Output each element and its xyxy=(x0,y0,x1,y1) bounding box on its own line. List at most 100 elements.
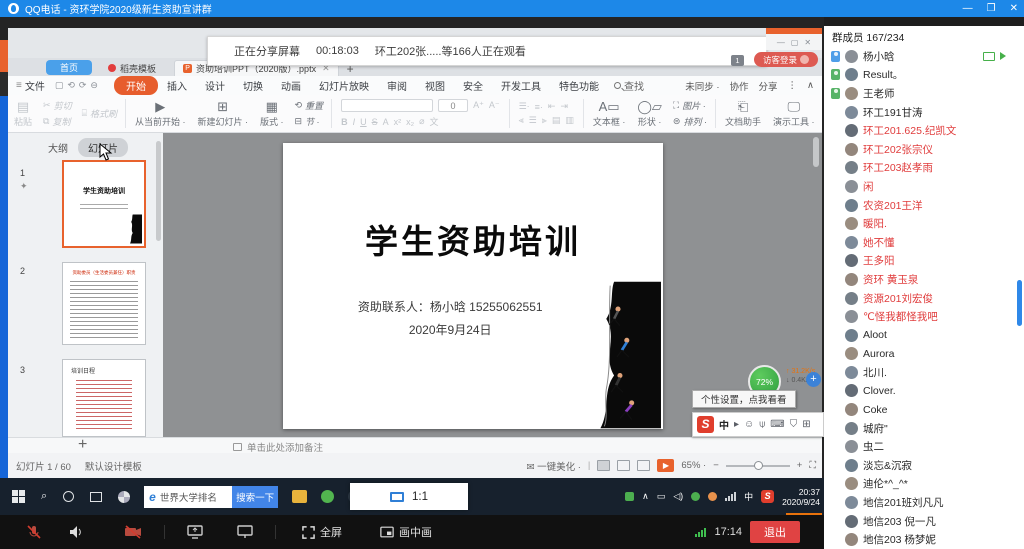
align-buttons[interactable]: ⫷☰⫸▤▥ xyxy=(519,115,574,126)
menu-item-8[interactable]: 安全 xyxy=(454,76,492,95)
arrange-button[interactable]: ⊜ 排列 · xyxy=(673,115,707,128)
grow-font-icon[interactable]: A⁺ xyxy=(473,100,484,111)
slide-thumbnail-2[interactable]: 资助委员（生活委员兼任）职责 xyxy=(62,262,146,345)
tray-green-icon[interactable] xyxy=(691,492,700,501)
tray-ime-indicator[interactable]: 中 xyxy=(744,490,753,503)
outline-tab[interactable]: 大纲 xyxy=(48,140,68,155)
menu-item-0[interactable]: 开始 xyxy=(114,76,158,95)
collapse-ribbon-icon[interactable]: ∧ xyxy=(807,80,814,91)
member-row[interactable]: 资环 黄玉泉 xyxy=(824,270,1024,289)
fit-screen-button[interactable]: ⛶ xyxy=(809,460,816,471)
ime-mode-toggle[interactable]: 中 xyxy=(719,417,729,432)
search-go-button[interactable]: 搜索一下 xyxy=(232,486,278,508)
folder-app-icon[interactable] xyxy=(292,490,307,503)
member-row[interactable]: 地信203 倪一凡 xyxy=(824,512,1024,531)
copy-button[interactable]: ⧉ 复制 xyxy=(43,115,72,128)
slide-thumbnail-1[interactable]: 学生资助培训 xyxy=(62,160,146,248)
ime-toolbox-icon[interactable]: ⊞ xyxy=(802,419,810,430)
tray-sogou-icon[interactable]: S xyxy=(761,490,774,503)
ime-emoji-icon[interactable]: ☺ xyxy=(744,419,754,430)
menu-file[interactable]: ≡文件 xyxy=(16,78,45,93)
add-slide-button[interactable]: + xyxy=(78,436,87,454)
cortana-icon[interactable] xyxy=(63,491,74,502)
editor-scrollbar[interactable] xyxy=(813,137,819,167)
member-row[interactable]: ℃怪我都怪我吧 xyxy=(824,307,1024,326)
restore-button[interactable]: ❐ xyxy=(987,3,996,14)
paste-button[interactable]: ▤粘贴 xyxy=(8,95,38,132)
close-button[interactable]: ✕ xyxy=(1010,3,1018,14)
tray-clock[interactable]: 20:372020/9/24 xyxy=(782,487,822,507)
screen-share-icon[interactable] xyxy=(187,525,203,539)
sogou-logo-icon[interactable]: S xyxy=(697,416,714,433)
textbox-button[interactable]: A▭文本框 · xyxy=(587,95,632,132)
guest-login-button[interactable]: 访客登录 xyxy=(754,52,818,67)
menu-find[interactable]: 查找 xyxy=(614,78,644,93)
tab-home[interactable]: 首页 xyxy=(46,60,92,75)
member-row[interactable]: 王多阳 xyxy=(824,252,1024,271)
zoom-slider[interactable] xyxy=(726,465,790,467)
start-button[interactable] xyxy=(12,490,25,503)
member-row[interactable]: 农资201王洋 xyxy=(824,196,1024,215)
tray-expand-icon[interactable]: ∧ xyxy=(642,491,649,502)
minimize-button[interactable]: — xyxy=(963,3,973,14)
share-button[interactable]: 分享 xyxy=(759,79,778,93)
panel-scrollbar[interactable] xyxy=(156,141,161,241)
member-row[interactable]: 闲 xyxy=(824,177,1024,196)
member-scrollbar[interactable] xyxy=(1017,280,1022,326)
section-button[interactable]: ⊟ 节 · xyxy=(295,115,324,128)
menu-item-5[interactable]: 幻灯片放映 xyxy=(310,76,378,95)
shrink-font-icon[interactable]: A⁻ xyxy=(489,100,500,111)
member-row[interactable]: 环工203赵孝雨 xyxy=(824,159,1024,178)
slideshow-play-button[interactable]: ▶ xyxy=(657,459,674,472)
member-row[interactable]: 虫二 xyxy=(824,437,1024,456)
member-row[interactable]: Clover. xyxy=(824,382,1024,401)
ime-mic-icon[interactable]: ⍦ xyxy=(759,419,765,430)
cut-button[interactable]: ✂ 剪切 xyxy=(43,99,72,112)
member-row[interactable]: 城府" xyxy=(824,419,1024,438)
format-painter-button[interactable]: ⌸ 格式刷 xyxy=(82,107,117,120)
list-indent-buttons[interactable]: ☰·≡·⇤⇥ xyxy=(519,101,574,112)
presentation-tools-button[interactable]: 🖵演示工具 · xyxy=(767,95,821,132)
notes-placeholder[interactable]: 单击此处添加备注 xyxy=(233,440,323,454)
tray-orange-icon[interactable] xyxy=(708,492,717,501)
member-row[interactable]: 暖阳. xyxy=(824,214,1024,233)
slide-thumbnail-3[interactable]: 培训日程 xyxy=(62,359,146,437)
net-widget-plus-button[interactable]: + xyxy=(806,372,821,387)
member-row[interactable]: Aloot xyxy=(824,326,1024,345)
member-row[interactable]: 王老师 xyxy=(824,84,1024,103)
menu-item-9[interactable]: 开发工具 xyxy=(492,76,550,95)
member-row[interactable]: 环工201.625.纪凯文 xyxy=(824,121,1024,140)
member-row[interactable]: 地信203 杨梦妮 xyxy=(824,530,1024,549)
font-style-buttons[interactable]: BIUSAx²x₂⌀文 xyxy=(341,115,500,128)
menu-item-7[interactable]: 视图 xyxy=(416,76,454,95)
menu-item-1[interactable]: 插入 xyxy=(158,76,196,95)
collaborate-button[interactable]: 协作 xyxy=(730,79,749,93)
ie-search-box[interactable]: e 世界大学排名 xyxy=(144,486,232,508)
taskbar-search-icon[interactable]: ⌕ xyxy=(41,490,47,503)
new-slide-button[interactable]: ⊞新建幻灯片 · xyxy=(192,95,255,132)
menu-item-2[interactable]: 设计 xyxy=(196,76,234,95)
member-row[interactable]: 环工191甘涛 xyxy=(824,103,1024,122)
layout-button[interactable]: ▦版式 · xyxy=(254,95,290,132)
tray-network-icon[interactable] xyxy=(725,492,736,501)
task-view-icon[interactable] xyxy=(90,492,102,502)
member-row[interactable]: 她不懂 xyxy=(824,233,1024,252)
member-row[interactable]: 淡忘&沉寂 xyxy=(824,456,1024,475)
member-row[interactable]: 资源201刘宏俊 xyxy=(824,289,1024,308)
reset-button[interactable]: ⟲ 重置 xyxy=(295,99,324,112)
member-row[interactable]: 北川. xyxy=(824,363,1024,382)
shape-button[interactable]: ◯▱形状 · xyxy=(631,95,668,132)
sorter-view-button[interactable] xyxy=(617,460,630,471)
menu-item-10[interactable]: 特色功能 xyxy=(550,76,608,95)
member-row[interactable]: Coke xyxy=(824,400,1024,419)
reading-view-button[interactable] xyxy=(637,460,650,471)
tray-volume-icon[interactable]: ◁) xyxy=(673,491,683,502)
beautify-button[interactable]: ✉ 一键美化 · xyxy=(527,459,581,473)
member-row[interactable]: 地信201班刘凡凡 xyxy=(824,493,1024,512)
normal-view-button[interactable] xyxy=(597,460,610,471)
zoom-level[interactable]: 65% · xyxy=(681,460,706,471)
ime-skin-icon[interactable]: ⛉ xyxy=(790,419,798,430)
member-row[interactable]: 环工202张宗仪 xyxy=(824,140,1024,159)
wps-window-controls[interactable]: —▢✕ xyxy=(766,34,822,50)
zoom-knob[interactable] xyxy=(754,461,763,470)
